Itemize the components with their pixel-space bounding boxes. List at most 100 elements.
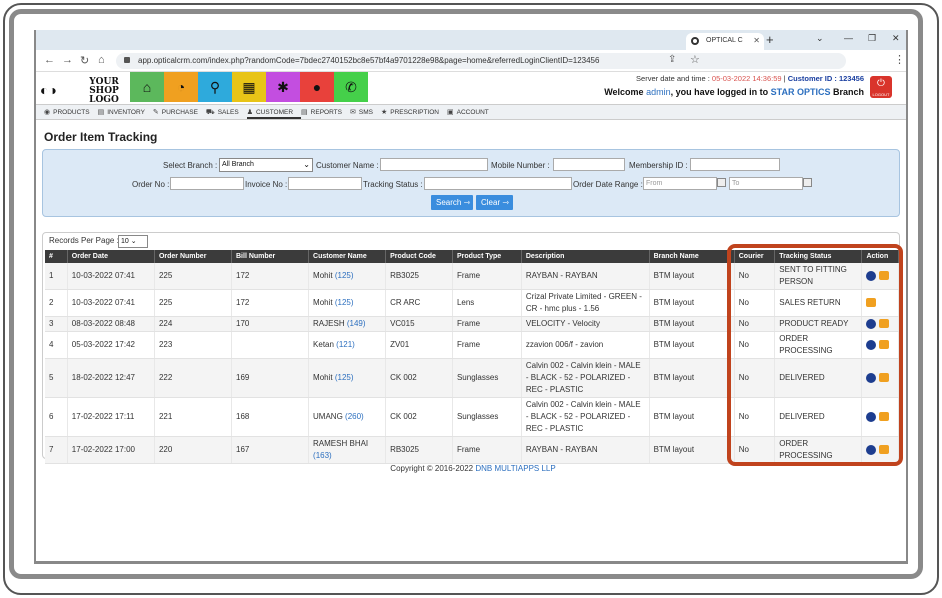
chevron-down-icon[interactable]: ⌄ xyxy=(816,33,824,44)
date-cell: 17-02-2022 17:11 xyxy=(67,397,155,437)
type-cell: Lens xyxy=(452,289,522,317)
customer-id-link[interactable]: (260) xyxy=(345,412,364,421)
membership-input[interactable] xyxy=(690,158,780,171)
desc-cell: VELOCITY - Velocity xyxy=(521,316,650,332)
select-branch-label: Select Branch : xyxy=(163,161,218,170)
invoice-label: Invoice No : xyxy=(245,180,288,189)
tab-close-icon[interactable]: ✕ xyxy=(753,36,760,45)
calendar-icon[interactable] xyxy=(717,178,726,187)
order-cell: 223 xyxy=(154,331,233,359)
type-cell: Sunglasses xyxy=(452,397,522,437)
products-icon: ◉ xyxy=(44,109,51,116)
menu-item-sms[interactable]: ✉ SMS xyxy=(350,105,381,119)
customer-id-link[interactable]: (163) xyxy=(313,451,332,460)
customer-id-link[interactable]: (125) xyxy=(335,271,354,280)
type-cell: Sunglasses xyxy=(452,358,522,398)
records-per-page-label: Records Per Page : xyxy=(49,236,119,245)
customer-id-link[interactable]: (149) xyxy=(347,319,366,328)
account-icon: ▣ xyxy=(447,109,454,116)
menu-item-account[interactable]: ▣ ACCOUNT xyxy=(447,105,497,119)
shop-logo[interactable]: ◐◑ YOUR SHOP LOGO xyxy=(38,76,130,105)
tracking-status-input[interactable] xyxy=(424,177,572,190)
browser-tab[interactable]: OPTICAL C ✕ xyxy=(686,33,764,50)
share-icon[interactable]: ⇪ xyxy=(668,54,676,65)
forward-icon[interactable]: → xyxy=(62,54,73,66)
column-header[interactable]: Order Date xyxy=(67,250,155,263)
bill-cell: 172 xyxy=(231,289,310,317)
date-range-label: Order Date Range : xyxy=(573,180,643,189)
new-tab-icon[interactable]: + xyxy=(766,32,774,47)
desc-cell: RAYBAN - RAYBAN xyxy=(521,263,650,290)
invoice-input[interactable] xyxy=(288,177,362,190)
menu-item-products[interactable]: ◉ PRODUCTS xyxy=(44,105,98,119)
menu-dots-icon[interactable]: ⋮ xyxy=(894,53,905,66)
restore-icon[interactable]: ❐ xyxy=(868,33,876,44)
date-cell: 17-02-2022 17:00 xyxy=(67,436,155,464)
address-bar: ← → ↻ ⌂ app.opticalcrm.com/index.php?ran… xyxy=(36,50,906,72)
order-cell: 224 xyxy=(154,316,233,332)
column-header[interactable]: Product Code xyxy=(385,250,453,263)
search-icon[interactable]: ⚲ xyxy=(198,72,232,102)
url-field[interactable]: app.opticalcrm.com/index.php?randomCode=… xyxy=(116,53,846,69)
menu-item-purchase[interactable]: ✎ PURCHASE xyxy=(153,105,206,119)
customer-id-link[interactable]: (125) xyxy=(335,298,354,307)
column-header[interactable]: Customer Name xyxy=(308,250,387,263)
column-header[interactable]: Product Type xyxy=(452,250,522,263)
column-header[interactable]: Bill Number xyxy=(231,250,310,263)
n-cell: 3 xyxy=(45,316,68,332)
grid-icon[interactable]: ▦ xyxy=(232,72,266,102)
user-link[interactable]: admin xyxy=(646,87,671,97)
menu-item-prescription[interactable]: ★ PRESCRIPTION xyxy=(381,105,447,119)
records-per-page-select[interactable]: 10 ⌄ xyxy=(118,235,148,248)
date-cell: 10-03-2022 07:41 xyxy=(67,289,155,317)
n-cell: 2 xyxy=(45,289,68,317)
to-date-input[interactable]: To xyxy=(729,177,803,190)
menu-item-reports[interactable]: ▤ REPORTS xyxy=(301,105,350,119)
tab-title: OPTICAL C xyxy=(706,37,743,44)
mobile-input[interactable] xyxy=(553,158,625,171)
app-header: ◐◑ YOUR SHOP LOGO ⌂ ◔ ⚲ ▦ ✱ ● ✆ Server date an… xyxy=(36,72,906,105)
desc-cell: Crizal Private Limited - GREEN - CR - hm… xyxy=(521,289,650,317)
dashboard-icon[interactable]: ◔ xyxy=(164,72,198,102)
branch-select[interactable]: All Branch ⌄ xyxy=(219,158,313,172)
settings-icon[interactable]: ✱ xyxy=(266,72,300,102)
minimize-icon[interactable]: — xyxy=(844,33,853,43)
bookmark-star-icon[interactable]: ☆ xyxy=(690,53,700,66)
customer-name-input[interactable] xyxy=(380,158,488,171)
tab-bar: OPTICAL C ✕ + ⌄ — ❐ ✕ xyxy=(36,30,906,50)
column-header[interactable]: Order Number xyxy=(154,250,233,263)
menu-label: PRODUCTS xyxy=(53,109,90,116)
close-window-icon[interactable]: ✕ xyxy=(892,33,900,44)
calendar-icon[interactable] xyxy=(803,178,812,187)
home-icon[interactable]: ⌂ xyxy=(130,72,164,102)
inventory-icon: ▤ xyxy=(97,109,105,116)
clear-button[interactable]: Clear ⇾ xyxy=(476,195,513,210)
menu-label: REPORTS xyxy=(310,109,342,116)
user-icon[interactable]: ● xyxy=(300,72,334,102)
mobile-label: Mobile Number : xyxy=(491,161,550,170)
customer-cell: RAJESH (149) xyxy=(308,316,387,332)
whatsapp-icon[interactable]: ✆ xyxy=(334,72,368,102)
column-header[interactable]: Branch Name xyxy=(649,250,735,263)
from-date-input[interactable]: From xyxy=(643,177,717,190)
column-header[interactable]: Description xyxy=(521,250,650,263)
reload-icon[interactable]: ↻ xyxy=(80,54,89,67)
desc-cell: Calvin 002 - Calvin klein - MALE - BLACK… xyxy=(521,397,650,437)
menu-item-customer[interactable]: ♟ CUSTOMER xyxy=(246,105,302,119)
search-button[interactable]: Search ⇾ xyxy=(431,195,473,210)
branch-cell: BTM layout xyxy=(649,263,735,290)
code-cell: RB3025 xyxy=(385,436,453,464)
logout-button[interactable]: ⏻ LOGOUT xyxy=(870,76,892,98)
customer-id-link[interactable]: (125) xyxy=(335,373,354,382)
menu-item-inventory[interactable]: ▤ INVENTORY xyxy=(98,105,153,119)
menu-item-sales[interactable]: ⛟ SALES xyxy=(206,105,247,119)
branch-cell: BTM layout xyxy=(649,316,735,332)
customer-cell: UMANG (260) xyxy=(308,397,387,437)
column-header[interactable]: # xyxy=(45,250,68,263)
order-no-input[interactable] xyxy=(170,177,244,190)
back-icon[interactable]: ← xyxy=(44,54,55,66)
n-cell: 4 xyxy=(45,331,68,359)
company-link[interactable]: DNB MULTIAPPS LLP xyxy=(475,464,555,473)
home-nav-icon[interactable]: ⌂ xyxy=(98,54,105,66)
customer-id-link[interactable]: (121) xyxy=(336,340,355,349)
